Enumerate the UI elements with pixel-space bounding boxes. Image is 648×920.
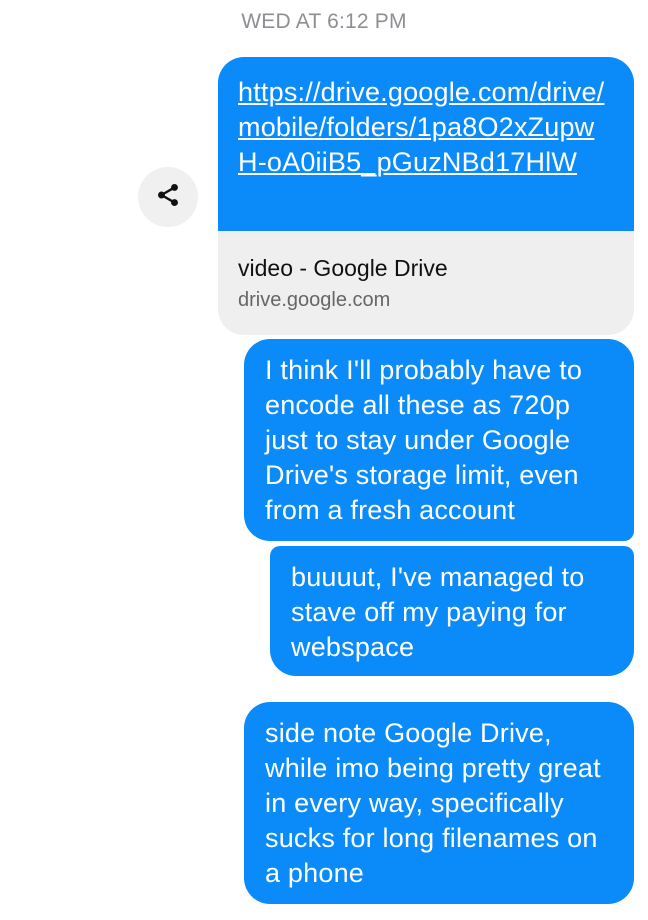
sent-message-bubble[interactable]: I think I'll probably have to encode all…: [244, 339, 634, 541]
link-preview-domain: drive.google.com: [238, 289, 391, 311]
link-preview-info[interactable]: video - Google Drive drive.google.com: [218, 231, 634, 335]
sent-message-bubble[interactable]: buuuut, I've managed to stave off my pay…: [270, 546, 634, 676]
share-button[interactable]: [138, 167, 198, 227]
link-url-section[interactable]: https://drive.google.com/drive/mobile/fo…: [218, 57, 634, 231]
link-url[interactable]: https://drive.google.com/drive/mobile/fo…: [238, 77, 604, 177]
share-icon: [155, 182, 181, 213]
message-timestamp: WED AT 6:12 PM: [241, 10, 407, 33]
sent-message-bubble[interactable]: side note Google Drive, while imo being …: [244, 702, 634, 904]
link-preview-title: video - Google Drive: [238, 255, 448, 281]
link-preview-card[interactable]: https://drive.google.com/drive/mobile/fo…: [218, 57, 634, 335]
